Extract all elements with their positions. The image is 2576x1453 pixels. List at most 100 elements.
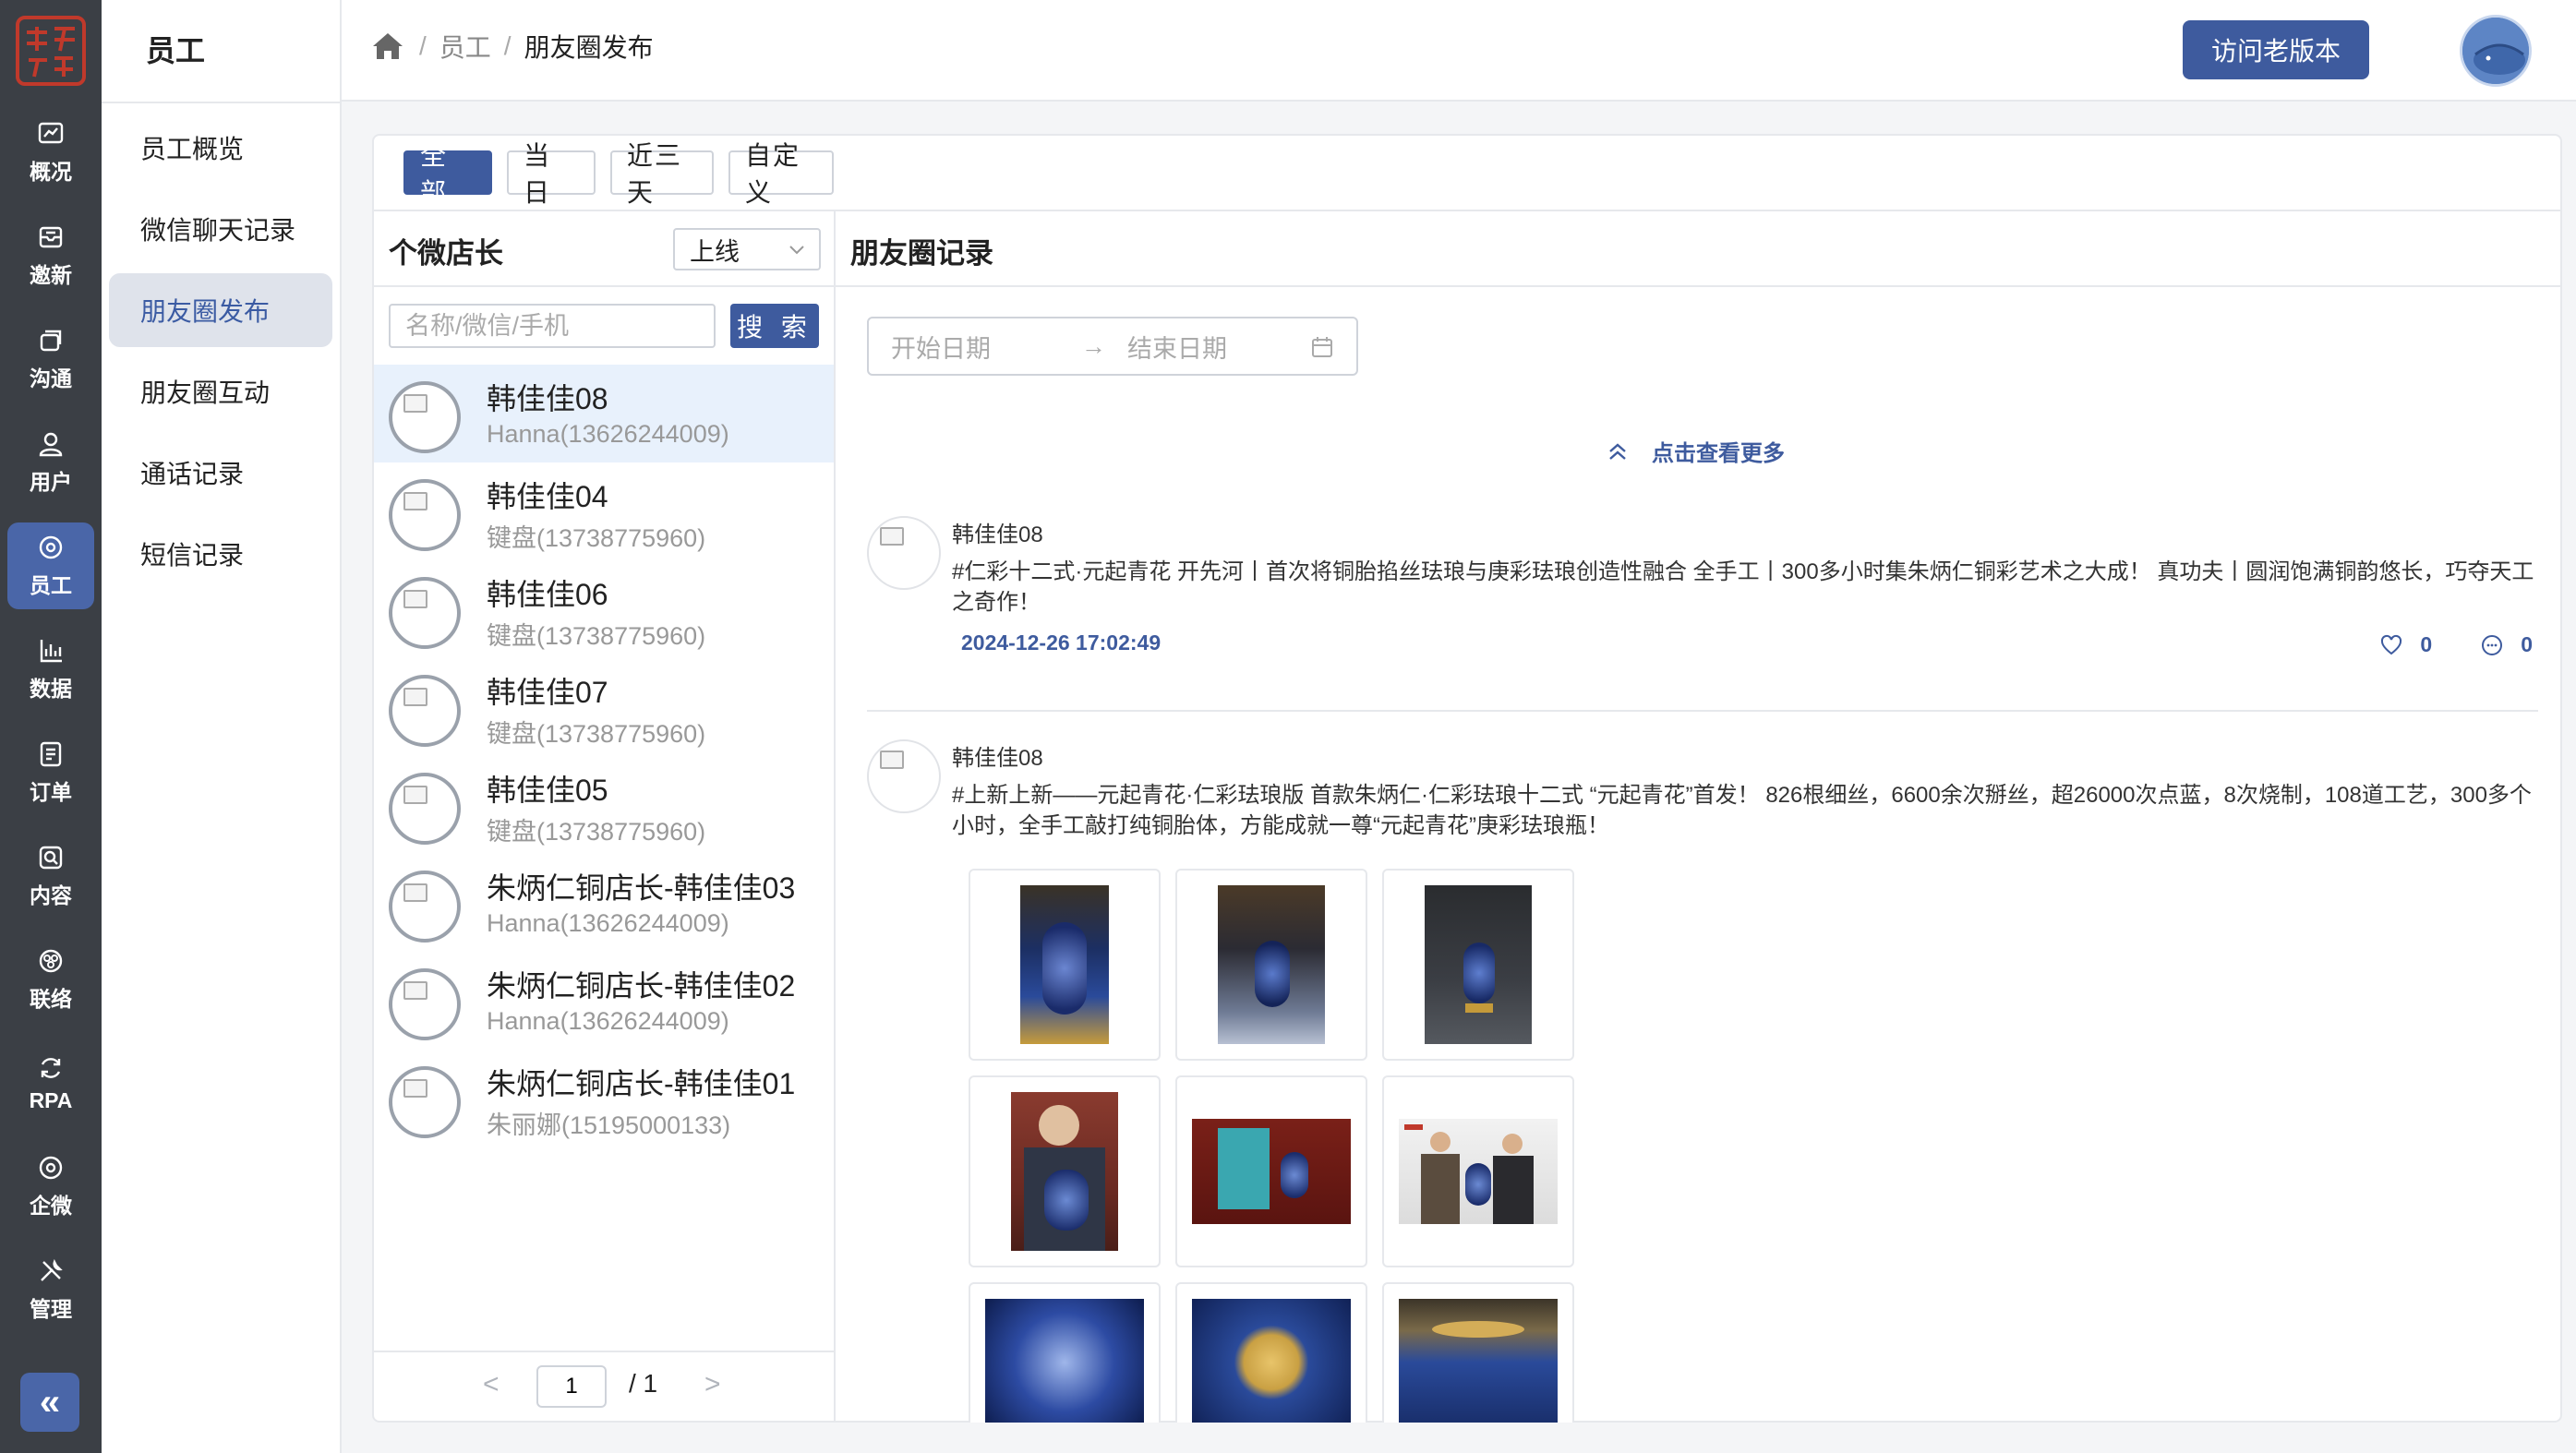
load-more-link[interactable]: 点击查看更多	[1606, 435, 1785, 467]
rail-item-data[interactable]: 数据	[7, 626, 94, 713]
end-date-field[interactable]: 结束日期	[1127, 329, 1227, 365]
list-item[interactable]: 韩佳佳06 键盘(13738775960)	[374, 560, 834, 658]
list-item[interactable]: 朱炳仁铜店长-韩佳佳02 Hanna(13626244009)	[374, 952, 834, 1050]
order-icon	[40, 741, 62, 767]
list-item[interactable]: 朱炳仁铜店长-韩佳佳01 朱丽娜(15195000133)	[374, 1050, 834, 1147]
date-range-picker[interactable]: 开始日期 → 结束日期	[867, 317, 1358, 376]
prev-page-button[interactable]: <	[483, 1369, 500, 1400]
divider	[102, 102, 342, 103]
start-date-field[interactable]: 开始日期	[891, 329, 991, 365]
wecom-icon	[39, 1156, 63, 1180]
submenu-item-wechat-chat-records[interactable]: 微信聊天记录	[109, 192, 332, 266]
post-image[interactable]	[1382, 1282, 1574, 1423]
calendar-icon	[1312, 337, 1332, 357]
post-image[interactable]	[1382, 869, 1574, 1061]
rpa-icon	[41, 1057, 61, 1078]
breadcrumb: / 员工 / 朋友圈发布	[369, 28, 654, 65]
divider	[374, 1351, 836, 1352]
top-header: / 员工 / 朋友圈发布 访问老版本	[342, 0, 2576, 102]
staff-account: Hanna(13626244009)	[487, 909, 729, 937]
bar-chart-icon	[40, 640, 62, 663]
rail-item-overview[interactable]: 概况	[7, 109, 94, 196]
list-item[interactable]: 韩佳佳07 键盘(13738775960)	[374, 658, 834, 756]
page-number-input[interactable]	[536, 1365, 607, 1408]
staff-account: 朱丽娜(15195000133)	[487, 1111, 731, 1139]
avatar	[389, 1066, 461, 1138]
staff-name: 韩佳佳07	[487, 676, 608, 709]
post-text: #上新上新——元起青花·仁彩珐琅版 首款朱炳仁·仁彩珐琅十二式 “元起青花”首发…	[952, 783, 2532, 838]
filter-today-button[interactable]: 当 日	[507, 141, 596, 207]
list-item[interactable]: 韩佳佳05 键盘(13738775960)	[374, 756, 834, 854]
post-image[interactable]	[969, 1075, 1161, 1267]
post-image[interactable]	[1175, 1282, 1367, 1423]
post-image[interactable]	[1175, 1075, 1367, 1267]
filter-all-button[interactable]: 全 部	[403, 141, 492, 207]
post-text: #仁彩十二式·元起青花 开先河丨首次将铜胎掐丝珐琅与庚彩珐琅创造性融合 全手工丨…	[952, 559, 2534, 615]
list-item[interactable]: 韩佳佳04 键盘(13738775960)	[374, 462, 834, 560]
post-image[interactable]	[969, 1282, 1161, 1423]
submenu-item-moments-interaction[interactable]: 朋友圈互动	[109, 354, 332, 428]
rail-item-invite[interactable]: 邀新	[7, 212, 94, 299]
next-page-button[interactable]: >	[704, 1369, 721, 1400]
rail-item-orders[interactable]: 订单	[7, 729, 94, 816]
staff-name: 韩佳佳04	[487, 480, 608, 513]
divider	[374, 285, 836, 287]
staff-name: 韩佳佳06	[487, 578, 608, 611]
search-button[interactable]: 搜 索	[730, 304, 819, 348]
post-image[interactable]	[1175, 869, 1367, 1061]
avatar	[389, 381, 461, 453]
post-time: 2024-12-26 17:02:49	[961, 630, 1162, 654]
records-title: 朋友圈记录	[850, 237, 993, 270]
visit-old-version-button[interactable]: 访问老版本	[2183, 20, 2369, 79]
filter-last-three-days-button[interactable]: 近三天	[610, 141, 714, 207]
list-item[interactable]: 韩佳佳08 Hanna(13626244009)	[374, 365, 834, 462]
avatar	[389, 871, 461, 943]
staff-panel-title: 个微店长	[389, 237, 503, 270]
rail-item-rpa[interactable]: RPA	[7, 1039, 94, 1126]
avatar	[389, 675, 461, 747]
avatar	[389, 577, 461, 649]
submenu-item-sms-records[interactable]: 短信记录	[109, 517, 332, 591]
collapse-rail-button[interactable]: «	[20, 1373, 79, 1432]
submenu-item-moments-publish[interactable]: 朋友圈发布	[109, 273, 332, 347]
rail-item-contact[interactable]: 联络	[7, 936, 94, 1023]
rail-item-content[interactable]: 内容	[7, 833, 94, 919]
status-select[interactable]: 上线	[673, 228, 821, 270]
post-image[interactable]	[969, 869, 1161, 1061]
time-filter-group: 全 部 当 日 近三天 自定义	[403, 141, 834, 207]
secondary-menu: 员工 员工概览 微信聊天记录 朋友圈发布 朋友圈互动 通话记录 短信记录	[102, 0, 342, 1453]
submenu-item-call-records[interactable]: 通话记录	[109, 436, 332, 510]
heart-icon[interactable]	[2379, 633, 2403, 657]
list-item[interactable]: 朱炳仁铜店长-韩佳佳03 Hanna(13626244009)	[374, 854, 834, 952]
post-image[interactable]	[1382, 1075, 1574, 1267]
avatar	[389, 968, 461, 1040]
rail-item-users[interactable]: 用户	[7, 419, 94, 506]
staff-account: 键盘(13738775960)	[487, 622, 706, 650]
post-stats: 0 0	[2379, 632, 2533, 657]
submenu-item-staff-overview[interactable]: 员工概览	[109, 111, 332, 185]
staff-account: 键盘(13738775960)	[487, 818, 706, 846]
tools-icon	[41, 1258, 63, 1281]
avatar	[389, 479, 461, 551]
filter-custom-button[interactable]: 自定义	[728, 141, 834, 207]
staff-account: Hanna(13626244009)	[487, 420, 729, 448]
avatar[interactable]	[2460, 15, 2532, 87]
divider	[836, 285, 2560, 287]
rail-item-communicate[interactable]: 沟通	[7, 316, 94, 402]
pagination: < / 1 >	[374, 1354, 836, 1419]
breadcrumb-staff[interactable]: 员工	[439, 28, 491, 65]
search-input[interactable]	[389, 304, 716, 348]
chevron-down-icon	[789, 246, 804, 255]
left-nav-rail: 概况 邀新 沟通 用户 员工 数据 订单 内容 联络 RPA 企微 管理 «	[0, 0, 102, 1453]
rail-item-wecom[interactable]: 企微	[7, 1143, 94, 1230]
comment-icon[interactable]	[2480, 633, 2504, 657]
rail-item-manage[interactable]: 管理	[7, 1246, 94, 1333]
invite-icon	[39, 226, 63, 248]
staff-account: 键盘(13738775960)	[487, 720, 706, 748]
home-icon[interactable]	[369, 28, 406, 65]
status-select-value: 上线	[690, 237, 740, 266]
avatar	[389, 773, 461, 845]
moment-post: 韩佳佳08 #仁彩十二式·元起青花 开先河丨首次将铜胎掐丝珐琅与庚彩珐琅创造性融…	[867, 516, 2540, 664]
staff-name: 朱炳仁铜店长-韩佳佳01	[487, 1067, 796, 1100]
rail-item-staff[interactable]: 员工	[7, 522, 94, 609]
